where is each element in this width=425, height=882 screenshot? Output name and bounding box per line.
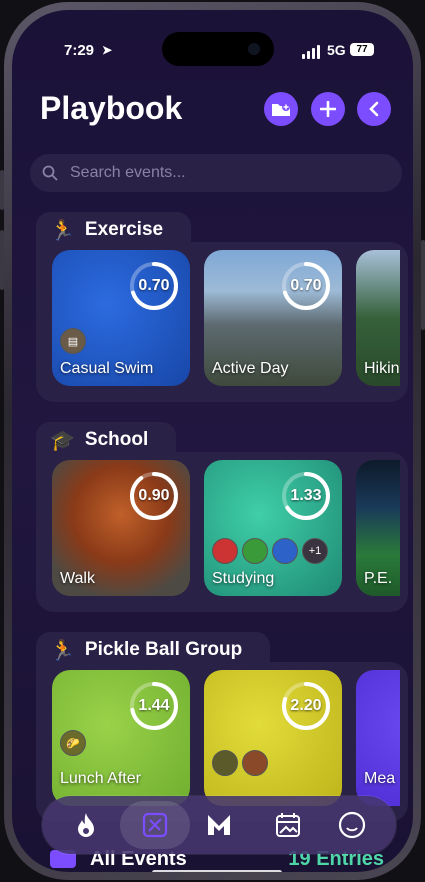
battery-icon: 77: [350, 43, 374, 56]
book-green-icon: [242, 538, 268, 564]
card-label: Studying: [212, 570, 275, 587]
event-card[interactable]: P.E.: [356, 460, 400, 596]
section-exercise: 0.70 ▤ Casual Swim 0.70 Active Day Hikin…: [36, 212, 408, 402]
runner-icon: 🏃: [50, 639, 75, 662]
network-label: 5G: [327, 42, 346, 58]
card-row[interactable]: 1.44 🌮 Lunch After 2.20 Mea: [52, 670, 400, 810]
card-label: Walk: [60, 570, 95, 587]
m-icon: [208, 815, 230, 835]
back-button[interactable]: [357, 92, 391, 126]
event-card[interactable]: 0.70 ▤ Casual Swim: [52, 250, 190, 386]
book-blue-icon: [272, 538, 298, 564]
event-card[interactable]: 1.33 +1 Studying: [204, 460, 342, 596]
card-label: Hikin: [364, 360, 400, 377]
new-folder-button[interactable]: [264, 92, 298, 126]
score-ring: 0.70: [280, 260, 332, 312]
section-title: Exercise: [84, 219, 164, 240]
tab-flame[interactable]: [62, 801, 110, 849]
search-icon: [42, 165, 58, 181]
card-label: Lunch After: [60, 770, 141, 787]
side-button: [0, 230, 4, 290]
map-icon: [142, 812, 168, 838]
location-arrow-icon: ➤: [102, 43, 113, 57]
tab-m[interactable]: [195, 801, 243, 849]
card-row[interactable]: 0.70 ▤ Casual Swim 0.70 Active Day Hikin: [52, 250, 400, 390]
plus-icon: [320, 101, 336, 117]
section-body: 0.90 Walk 1.33 +1 Studying P.E.: [36, 452, 408, 612]
card-label: Mea: [364, 770, 396, 787]
score-ring: 0.70: [128, 260, 180, 312]
section-title: School: [84, 429, 149, 450]
score-value: 2.20: [290, 697, 322, 714]
score-ring: 1.33: [280, 470, 332, 522]
tab-map[interactable]: [120, 801, 190, 849]
score-ring: 0.90: [128, 470, 180, 522]
section-header[interactable]: 🎓 School: [36, 422, 177, 458]
event-card[interactable]: 0.70 Active Day: [204, 250, 342, 386]
card-row[interactable]: 0.90 Walk 1.33 +1 Studying P.E.: [52, 460, 400, 600]
more-badge: +1: [302, 538, 328, 564]
event-card[interactable]: Hikin: [356, 250, 400, 386]
book-red-icon: [212, 538, 238, 564]
signal-icon: [302, 45, 320, 59]
status-bar: 7:29 ➤ 5G 77: [12, 32, 413, 66]
event-card[interactable]: Mea: [356, 670, 400, 806]
tab-circle[interactable]: [328, 801, 376, 849]
taco-icon: 🌮: [60, 730, 86, 756]
score-value: 0.90: [138, 487, 170, 504]
event-card[interactable]: 2.20: [204, 670, 342, 806]
page-title: Playbook: [40, 90, 183, 126]
event-card[interactable]: 1.44 🌮 Lunch After: [52, 670, 190, 806]
score-ring: 1.44: [128, 680, 180, 732]
score-ring: 2.20: [280, 680, 332, 732]
card-label: P.E.: [364, 570, 393, 587]
status-time: 7:29: [64, 42, 95, 59]
runner-icon: 🏃: [50, 219, 75, 242]
graduation-cap-icon: 🎓: [50, 429, 75, 452]
score-value: 0.70: [138, 277, 170, 294]
chevron-left-icon: [369, 101, 379, 117]
side-button: [0, 170, 4, 210]
section-school: 0.90 Walk 1.33 +1 Studying P.E. 🎓 School: [36, 422, 408, 612]
card-label: Active Day: [212, 360, 289, 377]
section-header[interactable]: 🏃 Pickle Ball Group: [36, 632, 271, 668]
phone-frame: 7:29 ➤ 5G 77 Playbook Search events... 0…: [4, 2, 421, 880]
add-button[interactable]: [311, 92, 345, 126]
side-button: [421, 240, 425, 330]
tab-calendar[interactable]: [264, 801, 312, 849]
card-label: Casual Swim: [60, 360, 154, 377]
section-pickle-ball: 1.44 🌮 Lunch After 2.20 Mea 🏃 Pickle Bal…: [36, 632, 408, 822]
calendar-photo-icon: [276, 813, 300, 837]
magnifier-icon: [212, 750, 238, 776]
circle-icon: [338, 811, 366, 839]
score-value: 1.33: [290, 487, 322, 504]
tab-bar: [42, 796, 396, 854]
search-bar[interactable]: [30, 154, 402, 192]
dynamic-island: [162, 32, 274, 66]
score-value: 1.44: [138, 697, 170, 714]
folder-plus-icon: [272, 103, 290, 116]
bacon-icon: [242, 750, 268, 776]
section-title: Pickle Ball Group: [84, 639, 243, 660]
camera-icon: [248, 43, 260, 55]
event-card[interactable]: 0.90 Walk: [52, 460, 190, 596]
search-input[interactable]: [68, 163, 372, 183]
category-chip: ▤: [60, 328, 86, 354]
app-screen: 7:29 ➤ 5G 77 Playbook Search events... 0…: [12, 10, 413, 872]
home-indicator[interactable]: [152, 870, 282, 872]
section-body: 0.70 ▤ Casual Swim 0.70 Active Day Hikin: [36, 242, 408, 402]
flame-icon: [78, 813, 94, 837]
score-value: 0.70: [290, 277, 322, 294]
section-header[interactable]: 🏃 Exercise: [36, 212, 192, 248]
